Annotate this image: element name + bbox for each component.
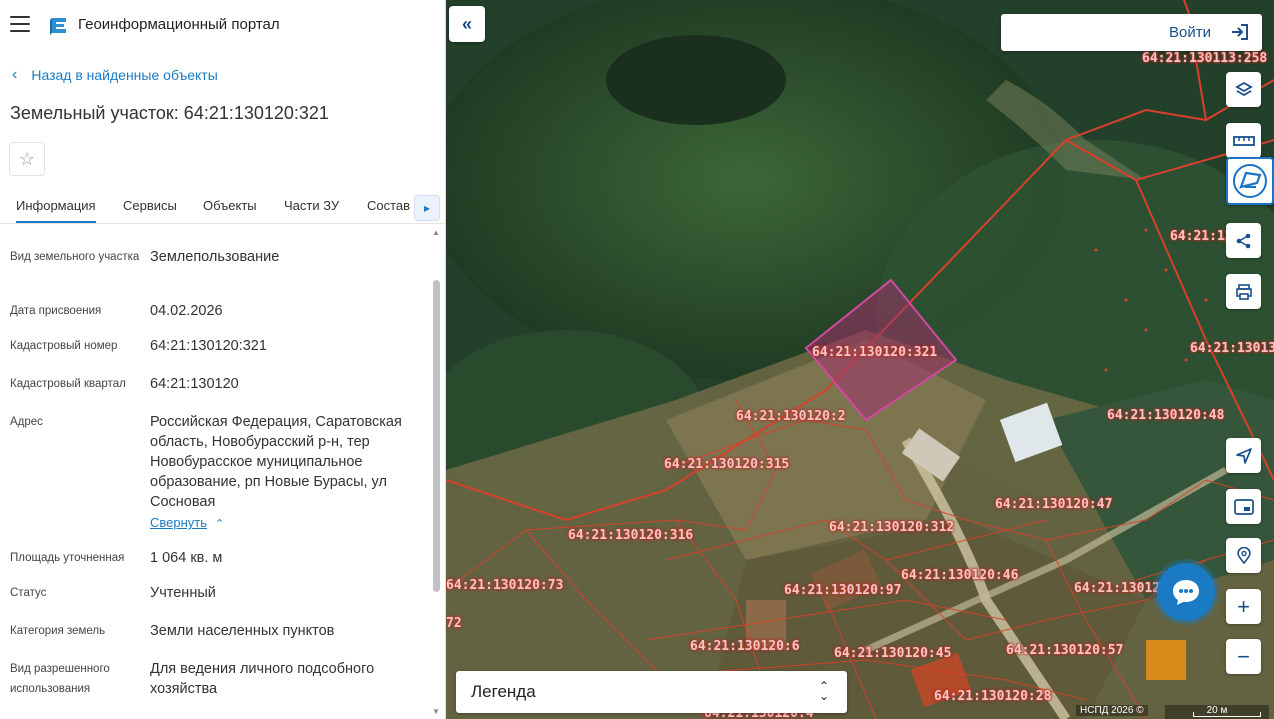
zoom-in-button[interactable]: +: [1226, 589, 1261, 624]
login-label: Войти: [1169, 24, 1211, 41]
layers-icon: [1234, 81, 1253, 96]
portal-logo-icon: [50, 18, 66, 35]
tab-bar: Информация Сервисы Объекты Части ЗУ Сост…: [0, 186, 445, 224]
star-icon: ☆: [18, 148, 36, 169]
field-label: Адрес: [10, 416, 43, 428]
expand-collapse-icon: ⌃ ⌄: [818, 679, 829, 703]
ruler-button[interactable]: [1226, 123, 1261, 158]
legend-dropdown[interactable]: Легенда ⌃ ⌄: [456, 671, 847, 713]
scale-bar: 20 м: [1165, 705, 1269, 719]
login-button[interactable]: Войти: [1001, 14, 1262, 51]
favorite-button[interactable]: ☆: [9, 142, 45, 176]
tab-composition[interactable]: Состав: [367, 198, 410, 213]
top-bar: Геоинформационный портал: [0, 0, 445, 50]
field-label: Кадастровый номер: [10, 340, 118, 352]
field-value: 04.02.2026: [150, 303, 223, 319]
scroll-down-arrow-icon[interactable]: ▼: [432, 707, 440, 716]
zoom-out-button[interactable]: −: [1226, 639, 1261, 674]
field-label: Вид разрешенного использования: [10, 663, 110, 695]
field-label: Дата присвоения: [10, 305, 102, 317]
app-title: Геоинформационный портал: [78, 16, 280, 33]
chat-button[interactable]: [1157, 563, 1215, 621]
tab-objects[interactable]: Объекты: [203, 198, 257, 213]
scale-bar-line: [1193, 712, 1261, 717]
chat-bubble-icon: [1173, 580, 1199, 605]
double-chevron-left-icon: «: [461, 13, 472, 34]
chevron-left-icon: ‹: [12, 66, 18, 83]
scrollbar-thumb[interactable]: [433, 280, 440, 592]
field-value: Землепользование: [150, 249, 280, 265]
geosearch-button[interactable]: [1226, 538, 1261, 573]
field-label: Вид земельного участка: [10, 251, 140, 263]
tab-info[interactable]: Информация: [16, 198, 96, 223]
map-attribution: НСПД 2026 ©: [1076, 705, 1148, 716]
field-label: Категория земель: [10, 625, 106, 637]
geosearch-icon: [1236, 546, 1251, 564]
field-label: Кадастровый квартал: [10, 378, 126, 390]
print-button[interactable]: [1226, 274, 1261, 309]
back-to-results-link[interactable]: ‹ Назад в найденные объекты: [12, 66, 218, 84]
login-icon: [1232, 24, 1248, 40]
cadastre-plugin-icon: [1233, 164, 1267, 198]
scrollbar[interactable]: ▲ ▼: [431, 228, 441, 716]
tab-services[interactable]: Сервисы: [123, 198, 177, 213]
field-value: Российская Федерация, Саратовская област…: [150, 414, 402, 510]
minimap-button[interactable]: [1226, 489, 1261, 524]
hamburger-icon[interactable]: [10, 16, 30, 32]
map-canvas[interactable]: 64:21:130113:258 64:21:13012 64:21:13013…: [446, 0, 1274, 719]
field-label: Статус: [10, 587, 47, 599]
share-icon: [1236, 233, 1250, 248]
info-panel: Геоинформационный портал ‹ Назад в найде…: [0, 0, 446, 719]
tabs-next-button[interactable]: ▸: [414, 195, 440, 221]
field-value: 64:21:130120: [150, 376, 239, 392]
field-value: 64:21:130120:321: [150, 338, 267, 354]
share-button[interactable]: [1226, 223, 1261, 258]
field-value: Учтенный: [150, 585, 216, 601]
page-title: Земельный участок: 64:21:130120:321: [10, 103, 329, 123]
layers-button[interactable]: [1226, 72, 1261, 107]
scroll-up-arrow-icon[interactable]: ▲: [432, 228, 440, 237]
legend-label: Легенда: [471, 682, 536, 701]
field-value: Земли населенных пунктов: [150, 623, 335, 639]
collapse-address-link[interactable]: Свернуть ⌃: [150, 515, 224, 530]
back-link-label: Назад в найденные объекты: [31, 67, 218, 83]
ruler-icon: [1232, 135, 1255, 146]
field-value: Для ведения личного подсобного хозяйства: [150, 661, 375, 697]
print-icon: [1235, 283, 1252, 300]
field-label: Площадь уточненная: [10, 552, 125, 564]
info-fields: Вид земельного участка Землепользование …: [0, 225, 430, 719]
zoom-out-icon: −: [1237, 643, 1250, 669]
zoom-in-icon: +: [1237, 593, 1250, 619]
cadastre-plugin-button[interactable]: [1226, 157, 1274, 205]
minimap-icon: [1233, 498, 1254, 515]
locate-button[interactable]: [1226, 438, 1261, 473]
field-value: 1 064 кв. м: [150, 550, 223, 566]
collapse-panel-button[interactable]: «: [449, 6, 485, 42]
collapse-link-label: Свернуть: [150, 515, 208, 530]
tab-parts[interactable]: Части ЗУ: [284, 198, 339, 213]
locate-icon: [1235, 447, 1252, 464]
chevron-up-icon: ⌃: [215, 518, 225, 530]
chevron-right-icon: ▸: [423, 201, 431, 215]
satellite-imagery: [446, 0, 1274, 719]
